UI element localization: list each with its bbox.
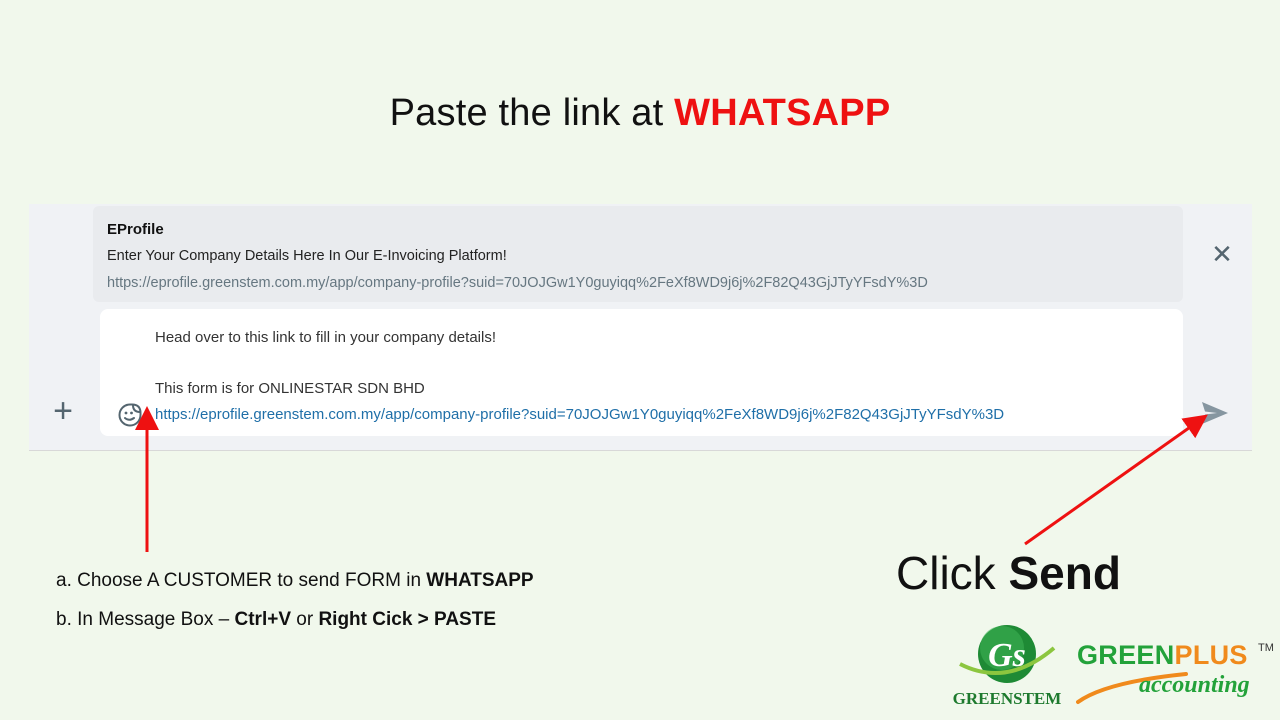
link-preview-title: EProfile (107, 221, 164, 238)
step-b-or: or (291, 609, 319, 630)
message-line-2: This form is for ONLINESTAR SDN BHD (155, 380, 425, 397)
message-line-1: Head over to this link to fill in your c… (155, 329, 496, 346)
close-icon[interactable]: ✕ (1210, 241, 1234, 267)
title-prefix: Paste the link at (389, 92, 675, 134)
whatsapp-compose-panel: EProfile Enter Your Company Details Here… (29, 204, 1252, 451)
title-highlight: WHATSAPP (674, 92, 891, 134)
greenplus-wordmark: GREENPLUS (1077, 640, 1248, 671)
link-preview-card[interactable]: EProfile Enter Your Company Details Here… (93, 206, 1183, 302)
message-input-box[interactable]: Head over to this link to fill in your c… (100, 309, 1183, 436)
step-a-bold: WHATSAPP (426, 570, 534, 591)
step-a-text: a. Choose A CUSTOMER to send FORM in (56, 570, 427, 591)
step-b-shortcut: Ctrl+V (234, 609, 292, 630)
instruction-step-a: a. Choose A CUSTOMER to send FORM in WHA… (56, 570, 534, 592)
slide-title: Paste the link at WHATSAPP (0, 92, 1280, 135)
greenplus-orange-part: PLUS (1174, 640, 1248, 670)
greenplus-accounting-text: accounting (1139, 672, 1250, 698)
callout-bold: Send (1008, 547, 1121, 599)
plus-icon[interactable]: + (47, 394, 79, 428)
step-b-menu-path: Right Cick > PASTE (318, 609, 496, 630)
greenplus-green-part: GREEN (1077, 640, 1175, 670)
link-preview-url: https://eprofile.greenstem.com.my/app/co… (107, 275, 928, 291)
svg-text:Gs: Gs (988, 637, 1026, 674)
greenstem-wordmark: GREENSTEM (952, 689, 1062, 708)
callout-prefix: Click (896, 547, 1009, 599)
message-link[interactable]: https://eprofile.greenstem.com.my/app/co… (155, 406, 1004, 423)
trademark-mark: TM (1258, 642, 1274, 654)
instruction-step-b: b. In Message Box – Ctrl+V or Right Cick… (56, 609, 496, 631)
link-preview-description: Enter Your Company Details Here In Our E… (107, 248, 507, 264)
step-b-text: b. In Message Box – (56, 609, 235, 630)
emoji-sticker-icon[interactable] (117, 402, 143, 428)
send-icon[interactable] (1201, 401, 1229, 425)
click-send-callout: Click Send (896, 546, 1121, 600)
